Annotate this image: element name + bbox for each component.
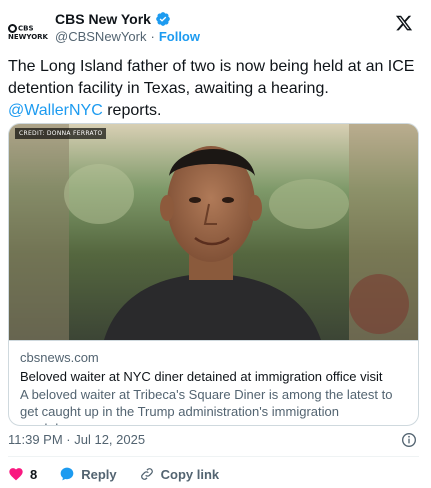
copy-link-button[interactable]: Copy link (139, 466, 220, 482)
timestamp[interactable]: 11:39 PM · Jul 12, 2025 (8, 432, 145, 447)
handle-row: @CBSNewYork · Follow (55, 29, 200, 44)
reply-label: Reply (81, 466, 117, 482)
info-icon[interactable] (401, 432, 417, 448)
card-domain: cbsnews.com (20, 350, 99, 365)
like-count: 8 (30, 466, 38, 482)
mention-link[interactable]: @WallerNYC (8, 102, 103, 119)
image-credit: CREDIT: DONNA FERRATO (15, 128, 107, 139)
card-image[interactable]: CREDIT: DONNA FERRATO (9, 124, 418, 340)
action-bar: 8 Reply Copy link (8, 466, 241, 482)
card-title: Beloved waiter at NYC diner detained at … (20, 369, 383, 384)
reply-button[interactable]: Reply (59, 466, 117, 482)
x-logo-icon[interactable] (395, 14, 413, 32)
handle[interactable]: @CBSNewYork (55, 29, 146, 44)
link-icon (140, 468, 153, 480)
reply-icon (60, 467, 74, 481)
card-body[interactable]: cbsnews.com Beloved waiter at NYC diner … (9, 340, 418, 425)
divider (8, 456, 419, 457)
display-name[interactable]: CBS New York (55, 11, 151, 27)
portrait-photo (9, 124, 418, 340)
tweet-text-body: The Long Island father of two is now bei… (8, 58, 415, 97)
link-card[interactable]: CREDIT: DONNA FERRATO cbsnews.com Belove… (8, 123, 419, 426)
follow-button[interactable]: Follow (159, 29, 200, 44)
like-button[interactable]: 8 (8, 466, 37, 482)
avatar[interactable]: CBS NEWYORK (8, 12, 48, 52)
cbs-logo-icon: CBS NEWYORK (8, 23, 48, 41)
tweet-text: The Long Island father of two is now bei… (8, 56, 418, 122)
heart-icon (9, 468, 23, 481)
name-row: CBS New York (55, 11, 171, 27)
verified-icon (156, 12, 170, 26)
tweet-text-tail: reports. (102, 102, 162, 119)
copy-link-label: Copy link (160, 466, 220, 482)
tweet-header: CBS NEWYORK CBS New York @CBSNewYork · F… (8, 8, 419, 52)
separator: · (150, 29, 155, 44)
card-description: A beloved waiter at Tribeca's Square Din… (20, 387, 393, 425)
